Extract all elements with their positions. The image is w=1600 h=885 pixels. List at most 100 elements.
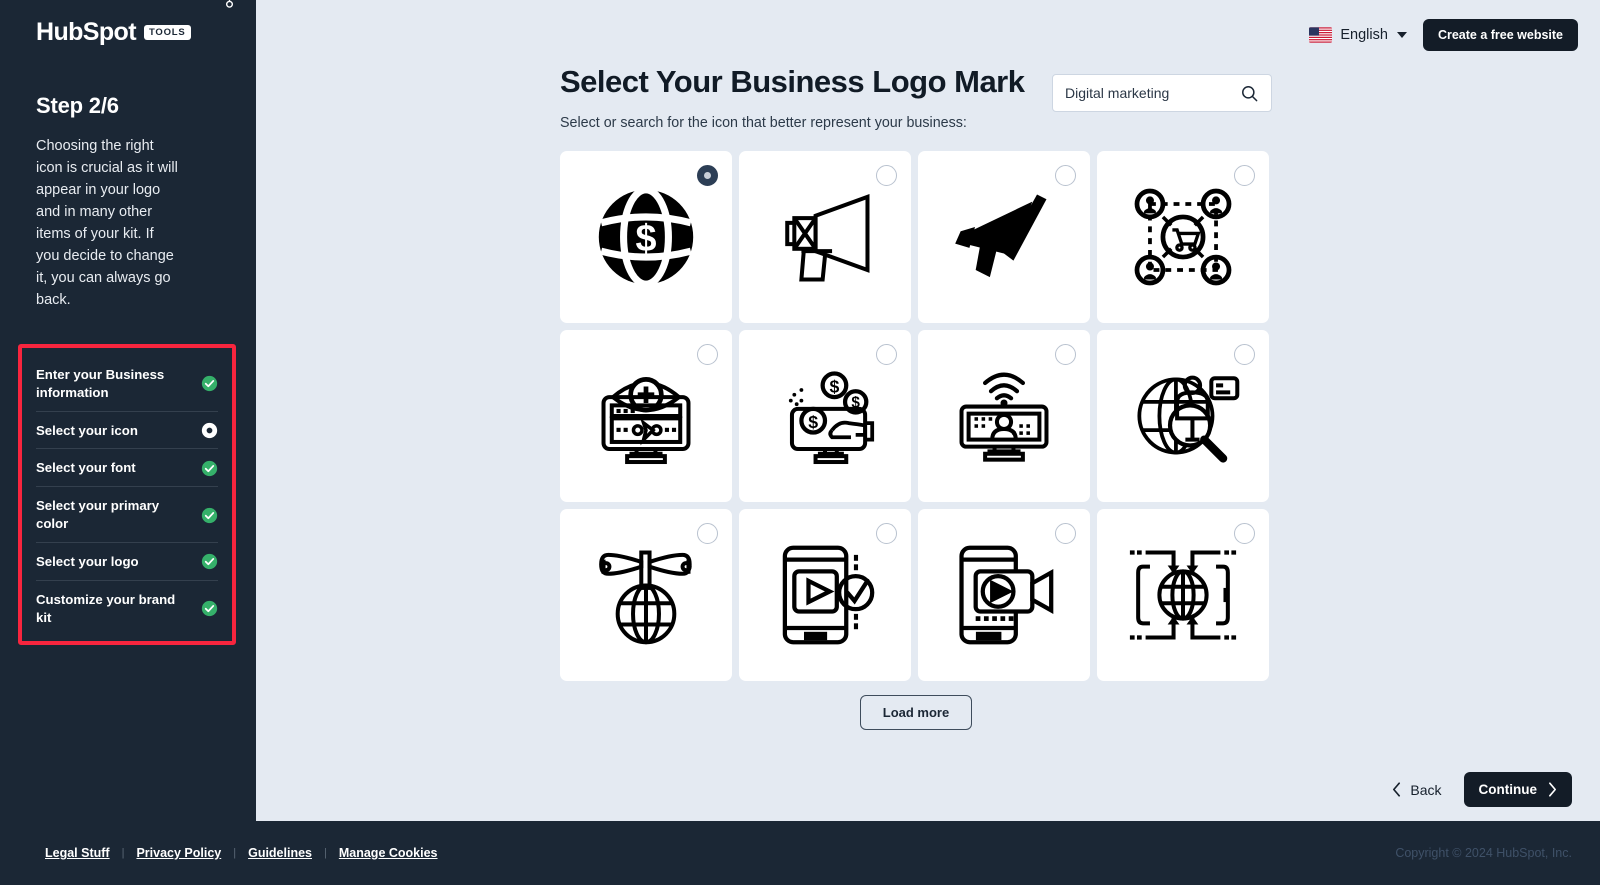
footer-separator: | — [324, 847, 327, 859]
step-description: Choosing the right icon is crucial as it… — [36, 138, 178, 309]
svg-text:$: $ — [830, 376, 840, 396]
footer-link-guidelines[interactable]: Guidelines — [248, 846, 312, 860]
copyright-text: Copyright © 2024 HubSpot, Inc. — [1395, 846, 1572, 860]
chevron-down-icon — [1396, 32, 1407, 38]
checklist-item-select-logo[interactable]: Select your logo — [36, 541, 218, 580]
step-title: Step 2/6 — [36, 93, 119, 118]
checklist-item-label: Select your logo — [36, 553, 139, 569]
icon-radio[interactable] — [876, 164, 897, 186]
checklist-item-business-info[interactable]: Enter your Business information — [36, 356, 218, 411]
continue-button[interactable]: Continue — [1463, 772, 1572, 807]
page-footer: Legal Stuff | Privacy Policy | Guideline… — [0, 821, 1600, 885]
footer-link-legal-stuff[interactable]: Legal Stuff — [45, 846, 110, 860]
check-circle-icon — [201, 554, 218, 570]
icon-radio[interactable] — [1055, 343, 1076, 365]
icon-card-globe-dollar[interactable]: $ — [560, 150, 732, 323]
phone-play-check-icon — [782, 545, 875, 644]
check-circle-icon — [201, 376, 218, 392]
chevron-right-icon — [1548, 782, 1557, 797]
icon-radio[interactable] — [697, 343, 718, 365]
checklist-item-label: Select your primary color — [36, 498, 160, 532]
globe-horn-speaker-icon — [599, 550, 692, 644]
icon-card-monitor-eye-plus[interactable] — [560, 329, 732, 502]
icon-card-megaphone-solid[interactable] — [918, 150, 1090, 323]
icon-radio-selected[interactable] — [697, 164, 718, 186]
load-more-button[interactable]: Load more — [859, 694, 973, 730]
checklist-item-select-icon[interactable]: Select your icon — [36, 410, 218, 449]
radio-current-icon — [201, 422, 218, 439]
network-shopping-cart-icon — [1134, 188, 1232, 286]
icon-radio[interactable] — [1234, 522, 1255, 544]
tools-badge: TOOLS — [143, 25, 191, 40]
footer-link-manage-cookies[interactable]: Manage Cookies — [339, 846, 438, 860]
load-more-wrap: Load more — [560, 694, 1272, 730]
create-free-website-button[interactable]: Create a free website — [1422, 19, 1578, 51]
continue-label: Continue — [1478, 782, 1538, 797]
footer-links: Legal Stuff | Privacy Policy | Guideline… — [45, 846, 438, 860]
page-subtitle: Select or search for the icon that bette… — [560, 114, 967, 131]
body-row: HubSpot TOOLS Step 2/6 Choosing the righ… — [0, 0, 1600, 821]
svg-text:$: $ — [636, 217, 657, 259]
icon-radio[interactable] — [1055, 522, 1076, 544]
phone-video-camera-icon — [959, 545, 1054, 644]
icon-radio[interactable] — [876, 343, 897, 365]
icon-radio[interactable] — [697, 522, 718, 544]
check-circle-icon — [201, 507, 218, 523]
svg-text:$: $ — [851, 394, 860, 411]
icon-card-phone-play-check[interactable] — [739, 508, 911, 681]
svg-text:$: $ — [808, 411, 818, 431]
footer-separator: | — [233, 847, 237, 859]
hubspot-sprocket-icon — [225, 0, 234, 8]
megaphone-solid-icon — [955, 194, 1047, 277]
icon-radio[interactable] — [876, 522, 897, 544]
checklist-item-select-font[interactable]: Select your font — [36, 448, 218, 486]
header-row: Select Your Business Logo Mark Select or… — [560, 64, 1272, 131]
page-root: HubSpot TOOLS Step 2/6 Choosing the righ… — [0, 0, 1600, 885]
icon-card-network-shopping-cart[interactable] — [1097, 150, 1269, 323]
hubspot-logo[interactable]: HubSpot TOOLS — [0, 0, 256, 47]
search-icon[interactable] — [1240, 84, 1259, 103]
sidebar: HubSpot TOOLS Step 2/6 Choosing the righ… — [0, 0, 256, 821]
monitor-eye-plus-icon — [601, 376, 691, 464]
icon-search-box[interactable] — [1052, 74, 1272, 112]
checklist-item-label: Select your icon — [36, 422, 138, 438]
icon-card-phone-video-camera[interactable] — [918, 508, 1090, 681]
progress-checklist: Enter your Business information Select y… — [18, 344, 236, 646]
icon-card-megaphone-outline[interactable] — [739, 150, 911, 323]
search-input[interactable] — [1065, 85, 1232, 101]
icon-card-globe-person-magnifier[interactable] — [1097, 329, 1269, 502]
us-flag-icon — [1309, 27, 1333, 43]
back-button[interactable]: Back — [1392, 781, 1442, 798]
page-title: Select Your Business Logo Mark — [560, 64, 1025, 99]
back-label: Back — [1410, 781, 1442, 798]
icon-card-monitor-user-wifi[interactable] — [918, 329, 1090, 502]
topbar: English Create a free website — [256, 0, 1600, 56]
checklist-item-label: Enter your Business information — [36, 367, 165, 400]
checklist-item-primary-color[interactable]: Select your primary color — [36, 486, 218, 542]
language-label: English — [1340, 27, 1388, 43]
globe-arrows-screen-icon — [1129, 550, 1237, 640]
icon-radio[interactable] — [1055, 164, 1076, 186]
monitor-hand-coins-icon: $ $ $ — [788, 371, 875, 464]
checklist-item-brand-kit[interactable]: Customize your brand kit — [36, 579, 218, 636]
monitor-user-wifi-icon — [959, 372, 1049, 462]
icon-card-monitor-hand-coins[interactable]: $ $ $ — [739, 329, 911, 502]
wizard-navigation: Back Continue — [1392, 772, 1572, 807]
chevron-left-icon — [1393, 782, 1401, 797]
main-content: English Create a free website Select You… — [256, 0, 1600, 821]
language-selector[interactable]: English — [1309, 27, 1407, 43]
checklist-item-label: Select your font — [36, 460, 136, 476]
footer-link-privacy-policy[interactable]: Privacy Policy — [136, 846, 221, 860]
content-area: Select Your Business Logo Mark Select or… — [256, 56, 1600, 730]
logo-wordmark: HubSpot — [36, 18, 137, 46]
icon-radio[interactable] — [1234, 164, 1255, 186]
icon-card-globe-arrows-screen[interactable] — [1097, 508, 1269, 681]
icon-card-globe-horn-speaker[interactable] — [560, 508, 732, 681]
icon-radio[interactable] — [1234, 343, 1255, 365]
megaphone-outline-icon — [785, 193, 870, 282]
check-circle-icon — [201, 460, 218, 476]
check-circle-icon — [201, 600, 218, 617]
checklist-item-label: Customize your brand kit — [36, 591, 176, 625]
footer-separator: | — [121, 847, 125, 859]
globe-person-magnifier-icon — [1137, 375, 1240, 463]
